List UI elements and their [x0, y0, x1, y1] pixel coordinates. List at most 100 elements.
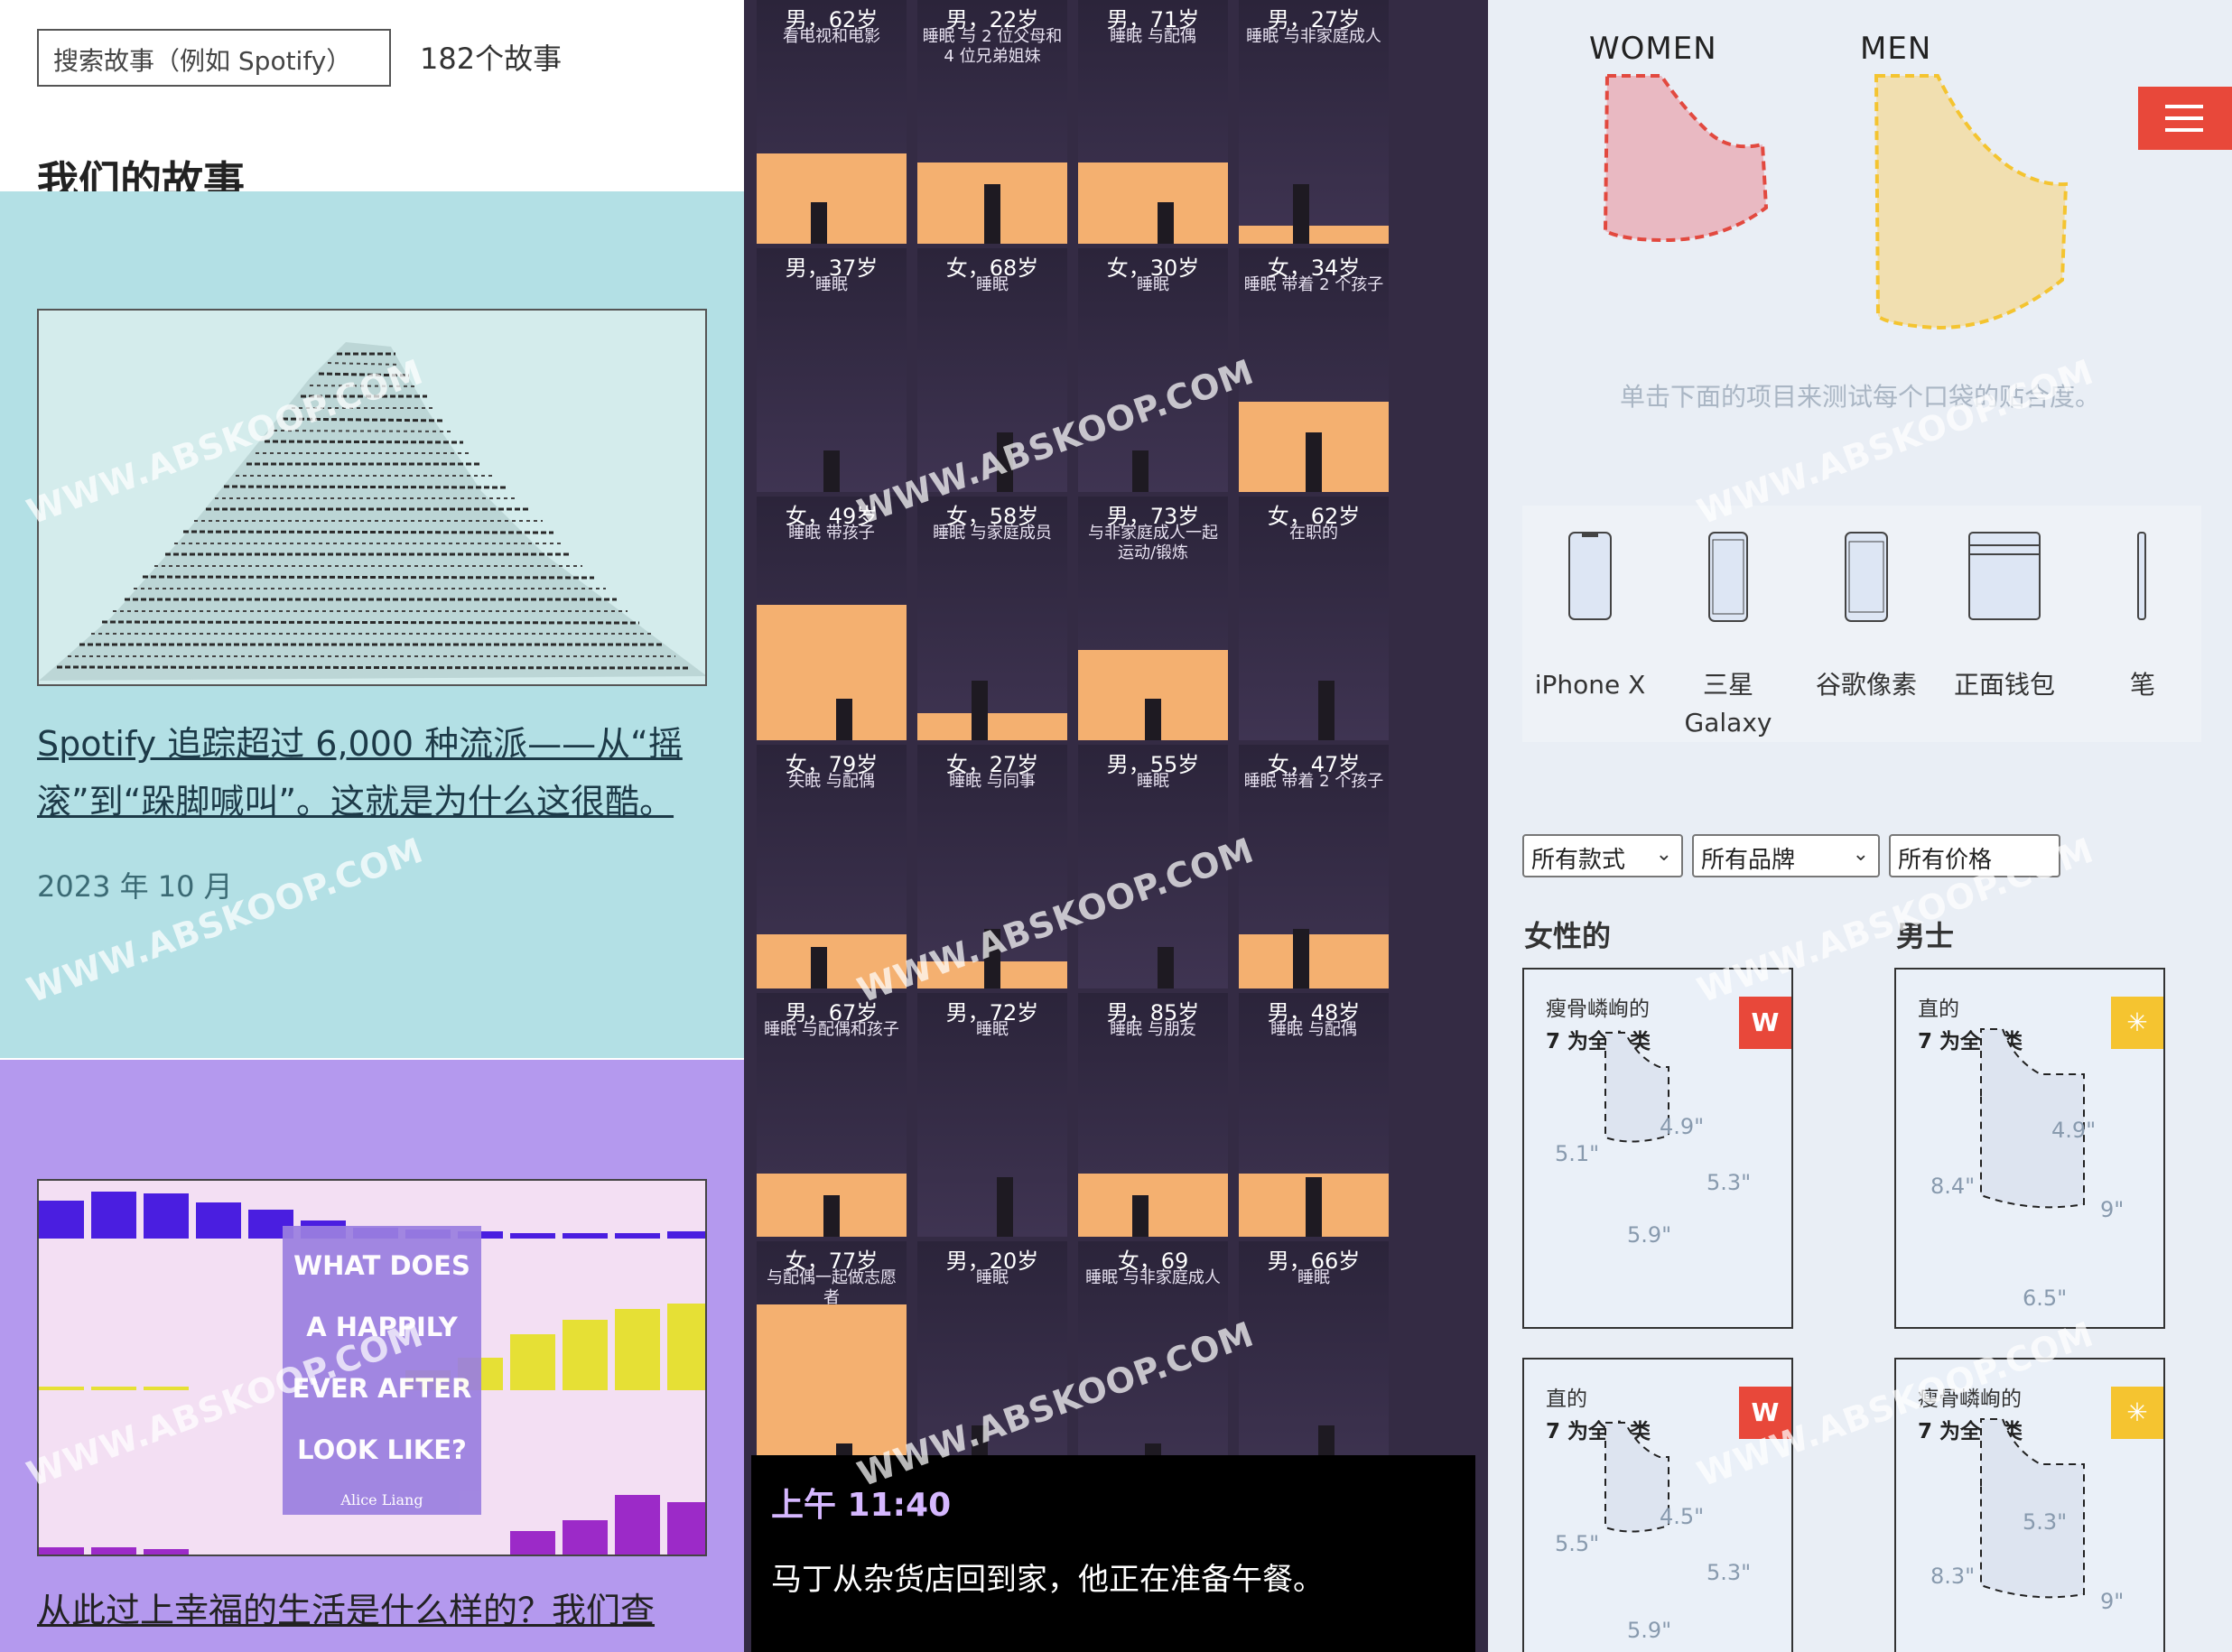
person-activity: 在职的 [1289, 524, 1338, 543]
book-author: Alice Liang [340, 1491, 423, 1508]
person-tile[interactable]: 女，30岁 睡眠 [1078, 248, 1228, 492]
book-line: EVER AFTER [292, 1373, 472, 1404]
select-value: 所有品牌 [1701, 847, 1796, 874]
person-silhouette [997, 1177, 1013, 1237]
pocket-dimension-bottom: 6.5" [2023, 1285, 2068, 1311]
screenshot-collage: 搜索故事（例如 Spotify） 182个故事 我们的故事 Spotify 追踪… [0, 0, 2232, 1652]
phone-icon [1568, 532, 1612, 620]
pen-icon [2137, 532, 2146, 620]
person-tile[interactable]: 男，67岁 睡眠 与配偶和孩子 [757, 993, 907, 1237]
chevron-down-icon: ⌄ [1852, 843, 1869, 866]
book-line: WHAT DOES [293, 1250, 470, 1281]
person-activity: 与非家庭成人一起运动/锻炼 [1088, 524, 1218, 562]
person-silhouette [1293, 929, 1309, 988]
person-tile[interactable]: 男，71岁 睡眠 与配偶 [1078, 0, 1228, 244]
person-tile[interactable]: 女，27岁 睡眠 与同事 [917, 745, 1067, 988]
hamburger-icon [2165, 116, 2203, 120]
device-label: iPhone X [1534, 670, 1646, 700]
wallet-icon [1968, 532, 2041, 620]
person-tile[interactable]: 女，58岁 睡眠 与家庭成员 [917, 497, 1067, 740]
person-silhouette [1132, 450, 1149, 492]
person-tile[interactable]: 男，85岁 睡眠 与朋友 [1078, 993, 1228, 1237]
person-tile[interactable]: 女，69 睡眠 与非家庭成人 [1078, 1241, 1228, 1485]
book-line: A HAPPILY [306, 1312, 458, 1342]
person-tile[interactable]: 男，37岁 睡眠 [757, 248, 907, 492]
person-silhouette [997, 432, 1013, 492]
person-silhouette [1145, 699, 1161, 740]
select-value: 所有价格 [1898, 847, 1993, 874]
person-tile[interactable]: 男，27岁 睡眠 与非家庭成人 [1239, 0, 1389, 244]
person-silhouette [1318, 681, 1335, 740]
person-activity: 睡眠 与朋友 [1110, 1020, 1196, 1039]
story-title-link[interactable]: Spotify 追踪超过 6,000 种流派——从“摇滚”到“跺脚喊叫”。这就是… [37, 715, 723, 831]
hamburger-icon [2165, 105, 2203, 108]
person-activity: 睡眠 与配偶 [1270, 1020, 1357, 1039]
person-tile[interactable]: 男，73岁 与非家庭成人一起运动/锻炼 [1078, 497, 1228, 740]
genre-mountain-image [37, 309, 707, 686]
style-select[interactable]: 所有款式 ⌄ [1522, 834, 1683, 877]
search-input[interactable]: 搜索故事（例如 Spotify） [37, 29, 391, 87]
pocket-dimension-bottom: 5.9" [1627, 1222, 1672, 1248]
pocket-card[interactable]: 直的 7 为全人类 W 4.5" 5.5" 5.3" 5.9" [1522, 1358, 1793, 1652]
person-tile[interactable]: 女，47岁 睡眠 带着 2 个孩子 [1239, 745, 1389, 988]
person-silhouette [984, 184, 1000, 244]
person-activity: 睡眠 与 2 位父母和 4 位兄弟姐妹 [922, 27, 1063, 66]
person-tile[interactable]: 女，77岁 与配偶一起做志愿者 [757, 1241, 907, 1485]
person-tile[interactable]: 女，49岁 睡眠 带孩子 [757, 497, 907, 740]
happily-ever-after-image: WHAT DOES A HAPPILY EVER AFTER LOOK LIKE… [37, 1179, 707, 1556]
person-tile[interactable]: 女，68岁 睡眠 [917, 248, 1067, 492]
sunlight-glow [1078, 162, 1228, 244]
pocket-dimension-top: 4.9" [2051, 1118, 2097, 1143]
pocket-card[interactable]: 瘦骨嶙峋的 7 为全人类 ✳ 5.3" 8.3" 9" [1894, 1358, 2165, 1652]
person-activity: 睡眠 与配偶和孩子 [764, 1020, 899, 1039]
device-label: 正面钱包 [1953, 670, 2055, 700]
book-line: LOOK LIKE? [297, 1434, 467, 1465]
person-tile[interactable]: 女，62岁 在职的 [1239, 497, 1389, 740]
sunlight-glow [1239, 934, 1389, 988]
story-card-happily-ever-after[interactable]: WHAT DOES A HAPPILY EVER AFTER LOOK LIKE… [0, 1060, 744, 1652]
narration-box: 上午 11:40 马丁从杂货店回到家，他正在准备午餐。 [751, 1455, 1475, 1652]
person-tile[interactable]: 女，34岁 睡眠 带着 2 个孩子 [1239, 248, 1389, 492]
person-silhouette [1158, 202, 1174, 244]
pocket-card[interactable]: 直的 7 为全人类 ✳ 4.9" 8.4" 9" 6.5" [1894, 968, 2165, 1329]
menu-button[interactable] [2138, 87, 2232, 150]
person-silhouette [836, 699, 852, 740]
person-activity: 失眠 与配偶 [788, 772, 875, 791]
person-activity: 睡眠 与配偶 [1110, 27, 1196, 46]
price-select[interactable]: 所有价格 [1889, 834, 2060, 877]
story-card-spotify[interactable]: Spotify 追踪超过 6,000 种流派——从“摇滚”到“跺脚喊叫”。这就是… [0, 191, 744, 1058]
instruction-text: 单击下面的项目来测试每个口袋的贴合度。 [1619, 382, 2100, 412]
person-tile[interactable]: 男，48岁 睡眠 与配偶 [1239, 993, 1389, 1237]
person-tile[interactable]: 男，66岁 睡眠 [1239, 1241, 1389, 1485]
pocket-outline [1604, 1422, 1669, 1533]
person-activity: 与配偶一起做志愿者 [767, 1268, 897, 1307]
pocket-dimension-right: 9" [2100, 1197, 2125, 1222]
person-activity: 睡眠 [815, 275, 848, 294]
pocket-dimension-left: 5.1" [1555, 1141, 1600, 1166]
person-tile[interactable]: 男，22岁 睡眠 与 2 位父母和 4 位兄弟姐妹 [917, 0, 1067, 244]
person-tile[interactable]: 男，62岁 看电视和电影 [757, 0, 907, 244]
pocket-dimension-right: 9" [2100, 1589, 2125, 1614]
person-activity: 睡眠 带孩子 [788, 524, 875, 543]
person-silhouette [811, 947, 827, 988]
pocket-outline [1980, 1418, 2085, 1599]
person-activity: 睡眠 与非家庭成人 [1246, 27, 1381, 46]
person-activity: 睡眠 [1137, 275, 1169, 294]
book-cover: WHAT DOES A HAPPILY EVER AFTER LOOK LIKE… [283, 1226, 481, 1515]
story-title-link[interactable]: 从此过上幸福的生活是什么样的？我们查 [37, 1583, 732, 1638]
brand-select[interactable]: 所有品牌 ⌄ [1692, 834, 1880, 877]
person-tile[interactable]: 男，72岁 睡眠 [917, 993, 1067, 1237]
sunlight-glow [917, 713, 1067, 740]
story-date: 2023 年 10 月 [37, 869, 233, 904]
person-activity: 睡眠 [1297, 1268, 1330, 1287]
person-tile[interactable]: 女，79岁 失眠 与配偶 [757, 745, 907, 988]
person-tile[interactable]: 男，20岁 睡眠 [917, 1241, 1067, 1485]
sunlight-glow [1239, 226, 1389, 244]
pocket-dimension-top: 4.9" [1660, 1114, 1705, 1139]
women-label: WOMEN [1589, 31, 1717, 67]
pocket-dimension-left: 8.4" [1930, 1174, 1976, 1199]
pocket-dimension-bottom: 5.9" [1627, 1618, 1672, 1643]
pocket-card[interactable]: 瘦骨嶙峋的 7 为全人类 W 4.9" 5.1" 5.3" 5.9" [1522, 968, 1793, 1329]
device-label: 谷歌像素 [1815, 670, 1917, 700]
person-tile[interactable]: 男，55岁 睡眠 [1078, 745, 1228, 988]
